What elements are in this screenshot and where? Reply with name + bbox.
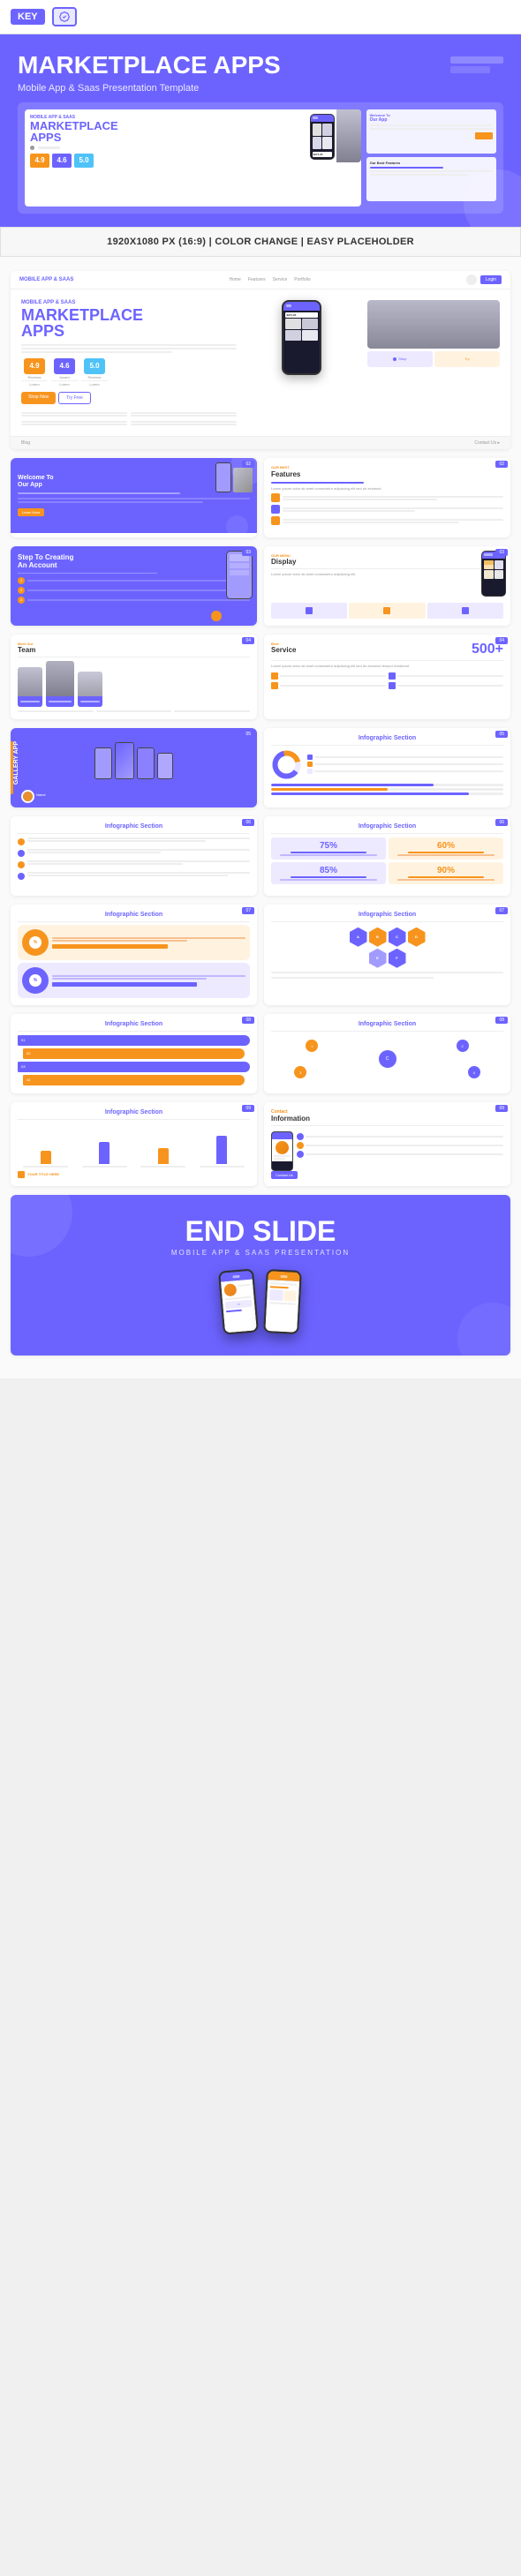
- nav-features: Features: [248, 277, 266, 282]
- slide-infographic3-badge: 06: [495, 819, 508, 826]
- slide01-rating2-label: Award: [59, 375, 69, 379]
- slide01-rating1: 4.9: [24, 358, 45, 374]
- rating-1: 4.9: [30, 154, 49, 168]
- steps-title: Step To CreatingAn Account: [18, 553, 157, 570]
- slide-infographic5-badge: 07: [495, 907, 508, 914]
- menu-title: Display: [271, 558, 503, 566]
- rating-2: 4.6: [52, 154, 72, 168]
- rating-3: 5.0: [74, 154, 94, 168]
- infographic1-title: Infographic Section: [271, 735, 503, 741]
- slide-infographic-2: Infographic Section: [11, 816, 257, 896]
- contact-title: Information: [271, 1115, 503, 1123]
- contact-btn[interactable]: Contact Us: [271, 1171, 298, 1179]
- infographic7-title: Infographic Section: [271, 1021, 503, 1027]
- slide-service: Best Service 500+ Lorem ipsum dolor sit …: [264, 635, 510, 719]
- slide-infographic-3: Infographic Section 75% 60% 85: [264, 816, 510, 896]
- slide01-contact: Contact Us ▸: [474, 440, 500, 446]
- slide-infographic-4: Infographic Section % %: [11, 905, 257, 1005]
- slide-welcome-badge: 02: [242, 461, 254, 468]
- welcome-btn[interactable]: Learn More: [18, 508, 44, 516]
- slide-contact-badge: 09: [495, 1105, 508, 1112]
- slide01-cta-btn[interactable]: Login: [480, 275, 502, 284]
- header: KEY: [0, 0, 521, 34]
- slide-menu: Our Menu Display Lorem ipsum dolor sit a…: [264, 546, 510, 626]
- slides-row-5: Infographic Section: [11, 816, 510, 896]
- slides-row-1: Welcome ToOur App Learn More 02: [11, 458, 510, 537]
- slide-infographic2-badge: 06: [242, 819, 254, 826]
- slide01-main-title: MARKETPLACEAPPS: [21, 307, 237, 339]
- hero-banner: MARKETPLACE APPS Mobile App & Saas Prese…: [0, 34, 521, 227]
- slide-infographic-8: Infographic Section: [11, 1102, 257, 1186]
- gallery-title: GALLERY APP: [13, 741, 19, 785]
- team-title: Team: [18, 646, 250, 654]
- slide-infographic1-badge: 05: [495, 731, 508, 738]
- slides-row-4: GALLERY APP: [11, 728, 510, 807]
- hero-title: MARKETPLACE APPS: [18, 52, 281, 79]
- slide01-rating2: 4.6: [54, 358, 75, 374]
- slide-team: Meet Our Team: [11, 635, 257, 719]
- slide-infographic7-badge: 08: [495, 1017, 508, 1024]
- slide-features: Our Best Features Lorem ipsum dolor sit …: [264, 458, 510, 537]
- slide-end: END SLIDE MOBILE APP & SAAS PRESENTATION: [11, 1195, 510, 1356]
- end-title: END SLIDE: [185, 1217, 336, 1245]
- slide-infographic-7: Infographic Section C 1 2 3 4 08: [264, 1014, 510, 1093]
- infographic3-title: Infographic Section: [271, 823, 503, 830]
- slide01-shop-btn[interactable]: Shop Now: [21, 392, 56, 404]
- features-label: Our Best: [271, 465, 503, 469]
- features-title: Features: [271, 470, 503, 478]
- end-subtitle: MOBILE APP & SAAS PRESENTATION: [171, 1249, 350, 1257]
- infographic4-title: Infographic Section: [18, 912, 250, 918]
- slide-infographic8-badge: 09: [242, 1105, 254, 1112]
- nav-home: Home: [230, 277, 241, 282]
- slides-row-7: Infographic Section 01 02 03 04 08 Infog…: [11, 1014, 510, 1093]
- slide-service-badge: 04: [495, 637, 508, 644]
- infographic8-title: Infographic Section: [18, 1109, 250, 1115]
- slide01-logo: MOBILE APP & SAAS: [19, 277, 73, 282]
- service-title: Service: [271, 646, 296, 654]
- slide-welcome: Welcome ToOur App Learn More 02: [11, 458, 257, 537]
- slide-infographic-5: Infographic Section A B C D E F 07: [264, 905, 510, 1005]
- infographic5-title: Infographic Section: [271, 912, 503, 918]
- slides-row-3: Meet Our Team: [11, 635, 510, 719]
- slide-contact: Contact Information: [264, 1102, 510, 1186]
- key-label: KEY: [11, 9, 45, 25]
- slides-section: MOBILE APP & SAAS Home Features Service …: [0, 257, 521, 1378]
- slide01-rating3: 5.0: [84, 358, 105, 374]
- infographic6-title: Infographic Section: [18, 1021, 250, 1027]
- slide-infographic-6: Infographic Section 01 02 03 04 08: [11, 1014, 257, 1093]
- nav-portfolio: Portfolio: [294, 277, 310, 282]
- slide-menu-badge: 03: [495, 549, 508, 556]
- slide01-rating3-label: Reviews: [87, 375, 101, 379]
- info-banner: 1920X1080 PX (16:9) | COLOR CHANGE | EAS…: [0, 227, 521, 257]
- slide01-blog: Blog: [21, 440, 30, 446]
- slide-gallery-badge: 05: [242, 731, 254, 738]
- slide01-app-label: MOBILE APP & SAAS: [21, 300, 237, 305]
- slide-gallery: GALLERY APP: [11, 728, 257, 807]
- slide-infographic-1: Infographic Section: [264, 728, 510, 807]
- slide-infographic6-badge: 08: [242, 1017, 254, 1024]
- slides-row-8: Infographic Section: [11, 1102, 510, 1186]
- slides-row-6: Infographic Section % %: [11, 905, 510, 1005]
- slide01-rating1-label: Reviews: [27, 375, 41, 379]
- nav-service: Service: [273, 277, 288, 282]
- slide-steps: Step To CreatingAn Account 1 2 3: [11, 546, 257, 626]
- slides-row-2: Step To CreatingAn Account 1 2 3: [11, 546, 510, 626]
- key-icon: [52, 7, 77, 26]
- hero-subtitle: Mobile App & Saas Presentation Template: [18, 83, 281, 94]
- slide-steps-badge: 03: [242, 549, 254, 556]
- slide01-try-btn[interactable]: Try Free: [58, 392, 91, 404]
- slide-features-badge: 02: [495, 461, 508, 468]
- slide-infographic4-badge: 07: [242, 907, 254, 914]
- infographic2-title: Infographic Section: [18, 823, 250, 830]
- slide-app-title: MARKETPLACEAPPS: [30, 120, 356, 143]
- slide-team-badge: 04: [242, 637, 254, 644]
- slide-01: MOBILE APP & SAAS Home Features Service …: [11, 271, 510, 449]
